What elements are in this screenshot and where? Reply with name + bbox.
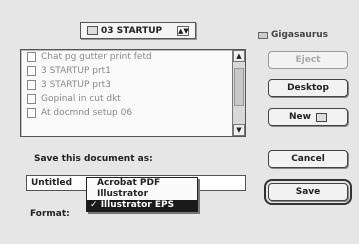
- save-as-label: Save this document as:: [34, 154, 153, 164]
- new-folder-icon: [315, 112, 327, 122]
- menu-item-illustrator-eps[interactable]: ✓ Illustrator EPS: [87, 200, 197, 211]
- folder-popup-label: 03 STARTUP: [101, 25, 163, 36]
- save-dialog: 03 STARTUP ▲▼ Chat pg gutter print fetd …: [0, 0, 359, 244]
- scroll-down-arrow-icon[interactable]: ▼: [233, 124, 245, 136]
- scrollbar[interactable]: ▲ ▼: [232, 50, 245, 136]
- scroll-up-arrow-icon[interactable]: ▲: [233, 50, 245, 62]
- new-folder-button-label: New: [289, 112, 311, 122]
- list-item[interactable]: Chat pg gutter print fetd: [21, 50, 231, 64]
- list-item[interactable]: Gopinal in cut dkt: [21, 92, 231, 106]
- folder-popup[interactable]: 03 STARTUP ▲▼: [80, 22, 196, 39]
- menu-item-illustrator[interactable]: Illustrator: [87, 189, 197, 200]
- disk-icon: [258, 31, 268, 39]
- file-name: At docmnd setup 06: [41, 108, 133, 118]
- disk-label: Gigasaurus: [258, 30, 328, 40]
- cancel-button[interactable]: Cancel: [268, 150, 348, 168]
- new-folder-button[interactable]: New: [268, 108, 348, 126]
- file-name: 3 STARTUP prt3: [41, 80, 111, 90]
- document-icon: [27, 108, 36, 118]
- list-item[interactable]: 3 STARTUP prt1: [21, 64, 231, 78]
- document-icon: [27, 80, 36, 90]
- checkmark-icon: ✓: [90, 200, 98, 210]
- menu-item-label: Acrobat PDF: [97, 178, 161, 188]
- menu-item-label: Illustrator: [97, 189, 149, 199]
- menu-item-acrobat-pdf[interactable]: Acrobat PDF: [87, 178, 197, 189]
- document-icon: [27, 52, 36, 62]
- folder-icon: [87, 26, 98, 35]
- eject-button-label: Eject: [295, 55, 321, 65]
- list-item[interactable]: 3 STARTUP prt3: [21, 78, 231, 92]
- desktop-button[interactable]: Desktop: [268, 79, 348, 97]
- list-item[interactable]: At docmnd setup 06: [21, 106, 231, 120]
- document-icon: [27, 66, 36, 76]
- file-list[interactable]: Chat pg gutter print fetd 3 STARTUP prt1…: [20, 49, 246, 137]
- popup-arrow-icon: ▲▼: [177, 26, 189, 36]
- desktop-button-label: Desktop: [287, 83, 329, 93]
- format-label: Format:: [30, 209, 70, 219]
- scroll-thumb[interactable]: [234, 68, 244, 106]
- file-name: Gopinal in cut dkt: [41, 94, 121, 104]
- file-name: Chat pg gutter print fetd: [41, 52, 152, 62]
- format-dropdown-menu[interactable]: Acrobat PDF Illustrator ✓ Illustrator EP…: [86, 177, 198, 212]
- disk-name: Gigasaurus: [271, 30, 329, 40]
- eject-button[interactable]: Eject: [268, 51, 348, 69]
- save-button[interactable]: Save: [264, 179, 352, 205]
- document-icon: [27, 94, 36, 104]
- save-button-label: Save: [295, 187, 321, 197]
- cancel-button-label: Cancel: [291, 154, 325, 164]
- file-name: 3 STARTUP prt1: [41, 66, 111, 76]
- menu-item-label: Illustrator EPS: [100, 200, 175, 210]
